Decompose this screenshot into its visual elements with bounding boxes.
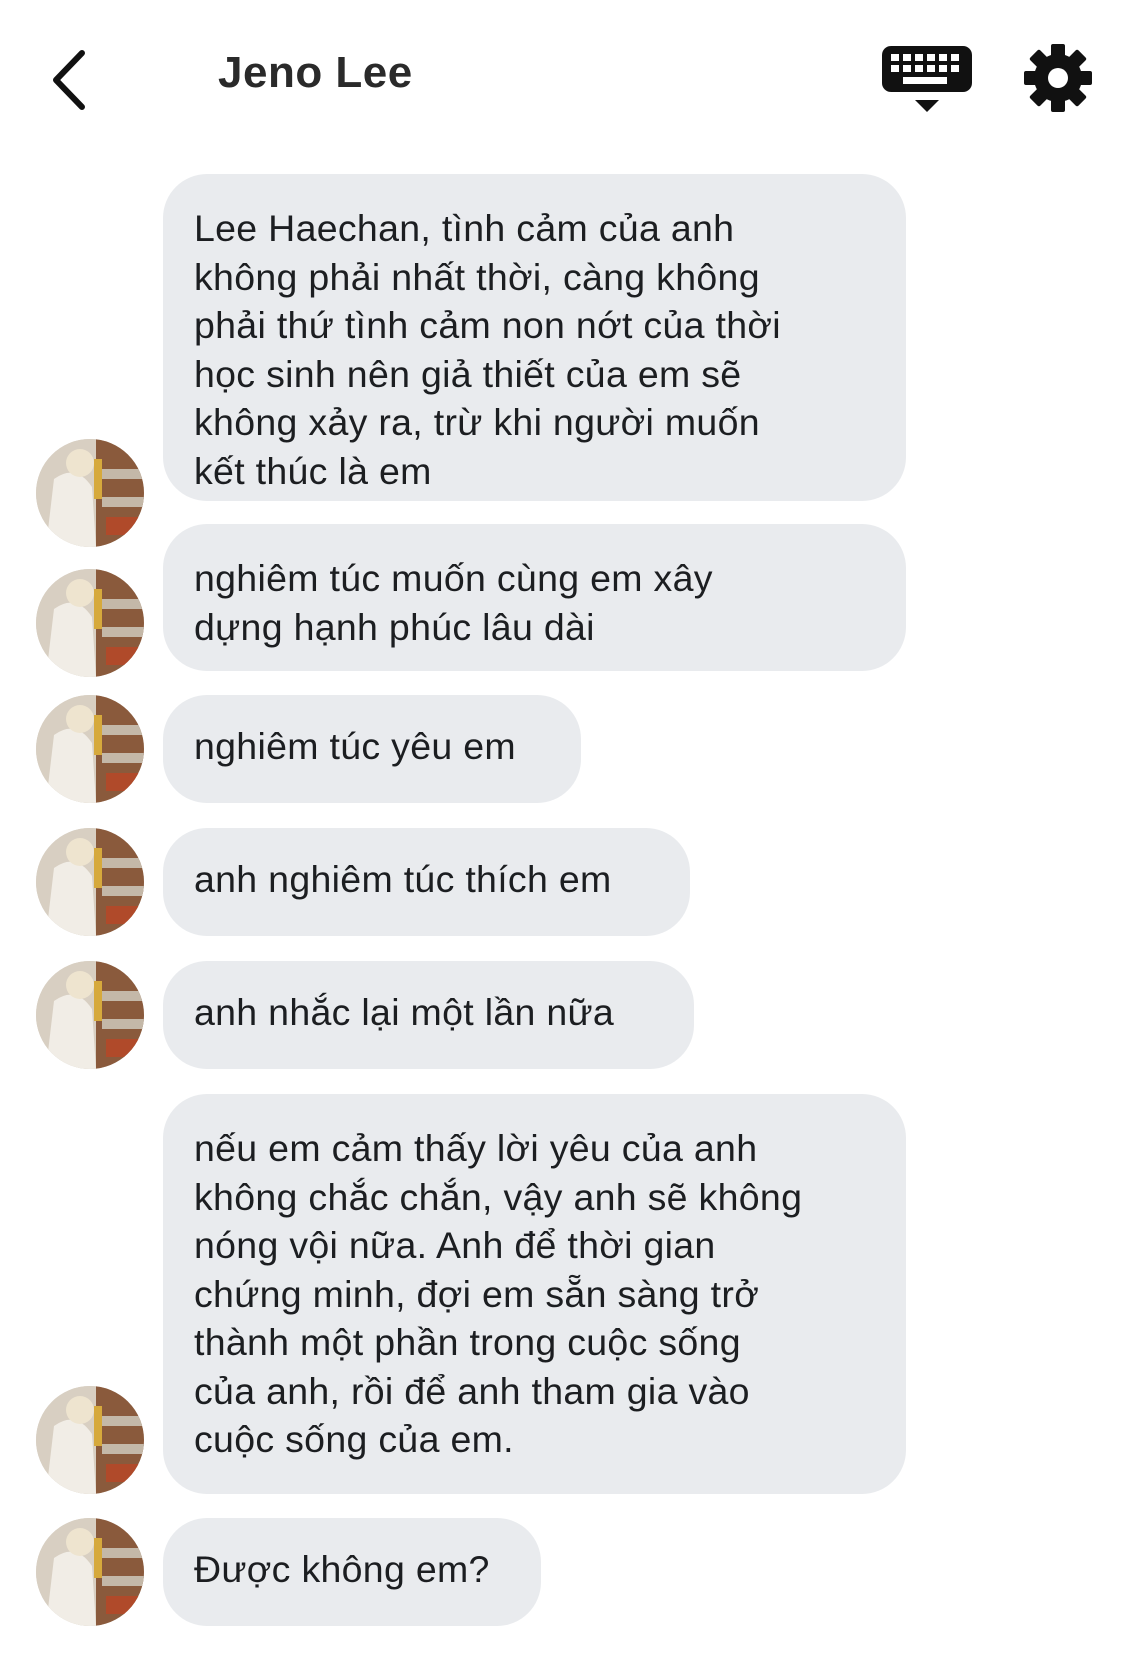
avatar-photo (36, 828, 144, 936)
avatar-photo (36, 695, 144, 803)
avatar-photo (36, 439, 144, 547)
avatar-photo (36, 961, 144, 1069)
message-bubble[interactable]: Lee Haechan, tình cảm của anh không phải… (163, 174, 906, 501)
avatar-photo (36, 569, 144, 677)
contact-avatar[interactable] (36, 695, 144, 803)
avatar-photo (36, 1518, 144, 1626)
message-bubble[interactable]: anh nghiêm túc thích em (163, 828, 690, 936)
settings-button[interactable] (1022, 42, 1094, 114)
conversation-title[interactable]: Jeno Lee (218, 48, 413, 98)
chevron-left-icon (53, 50, 85, 110)
message-bubble[interactable]: nghiêm túc yêu em (163, 695, 581, 803)
avatar-photo (36, 1386, 144, 1494)
contact-avatar[interactable] (36, 828, 144, 936)
message-thread[interactable]: Lee Haechan, tình cảm của anh không phải… (0, 150, 1125, 1668)
contact-avatar[interactable] (36, 439, 144, 547)
contact-avatar[interactable] (36, 1386, 144, 1494)
back-button[interactable] (38, 40, 98, 120)
message-bubble[interactable]: Được không em? (163, 1518, 541, 1626)
contact-avatar[interactable] (36, 569, 144, 677)
message-bubble[interactable]: anh nhắc lại một lần nữa (163, 961, 694, 1069)
contact-avatar[interactable] (36, 961, 144, 1069)
message-bubble[interactable]: nếu em cảm thấy lời yêu của anh không ch… (163, 1094, 906, 1494)
gear-icon (1024, 44, 1092, 112)
contact-avatar[interactable] (36, 1518, 144, 1626)
message-bubble[interactable]: nghiêm túc muốn cùng em xây dựng hạnh ph… (163, 524, 906, 671)
chat-header: Jeno Lee (0, 0, 1125, 150)
keyboard-button[interactable] (878, 42, 978, 122)
keyboard-icon (882, 46, 972, 112)
